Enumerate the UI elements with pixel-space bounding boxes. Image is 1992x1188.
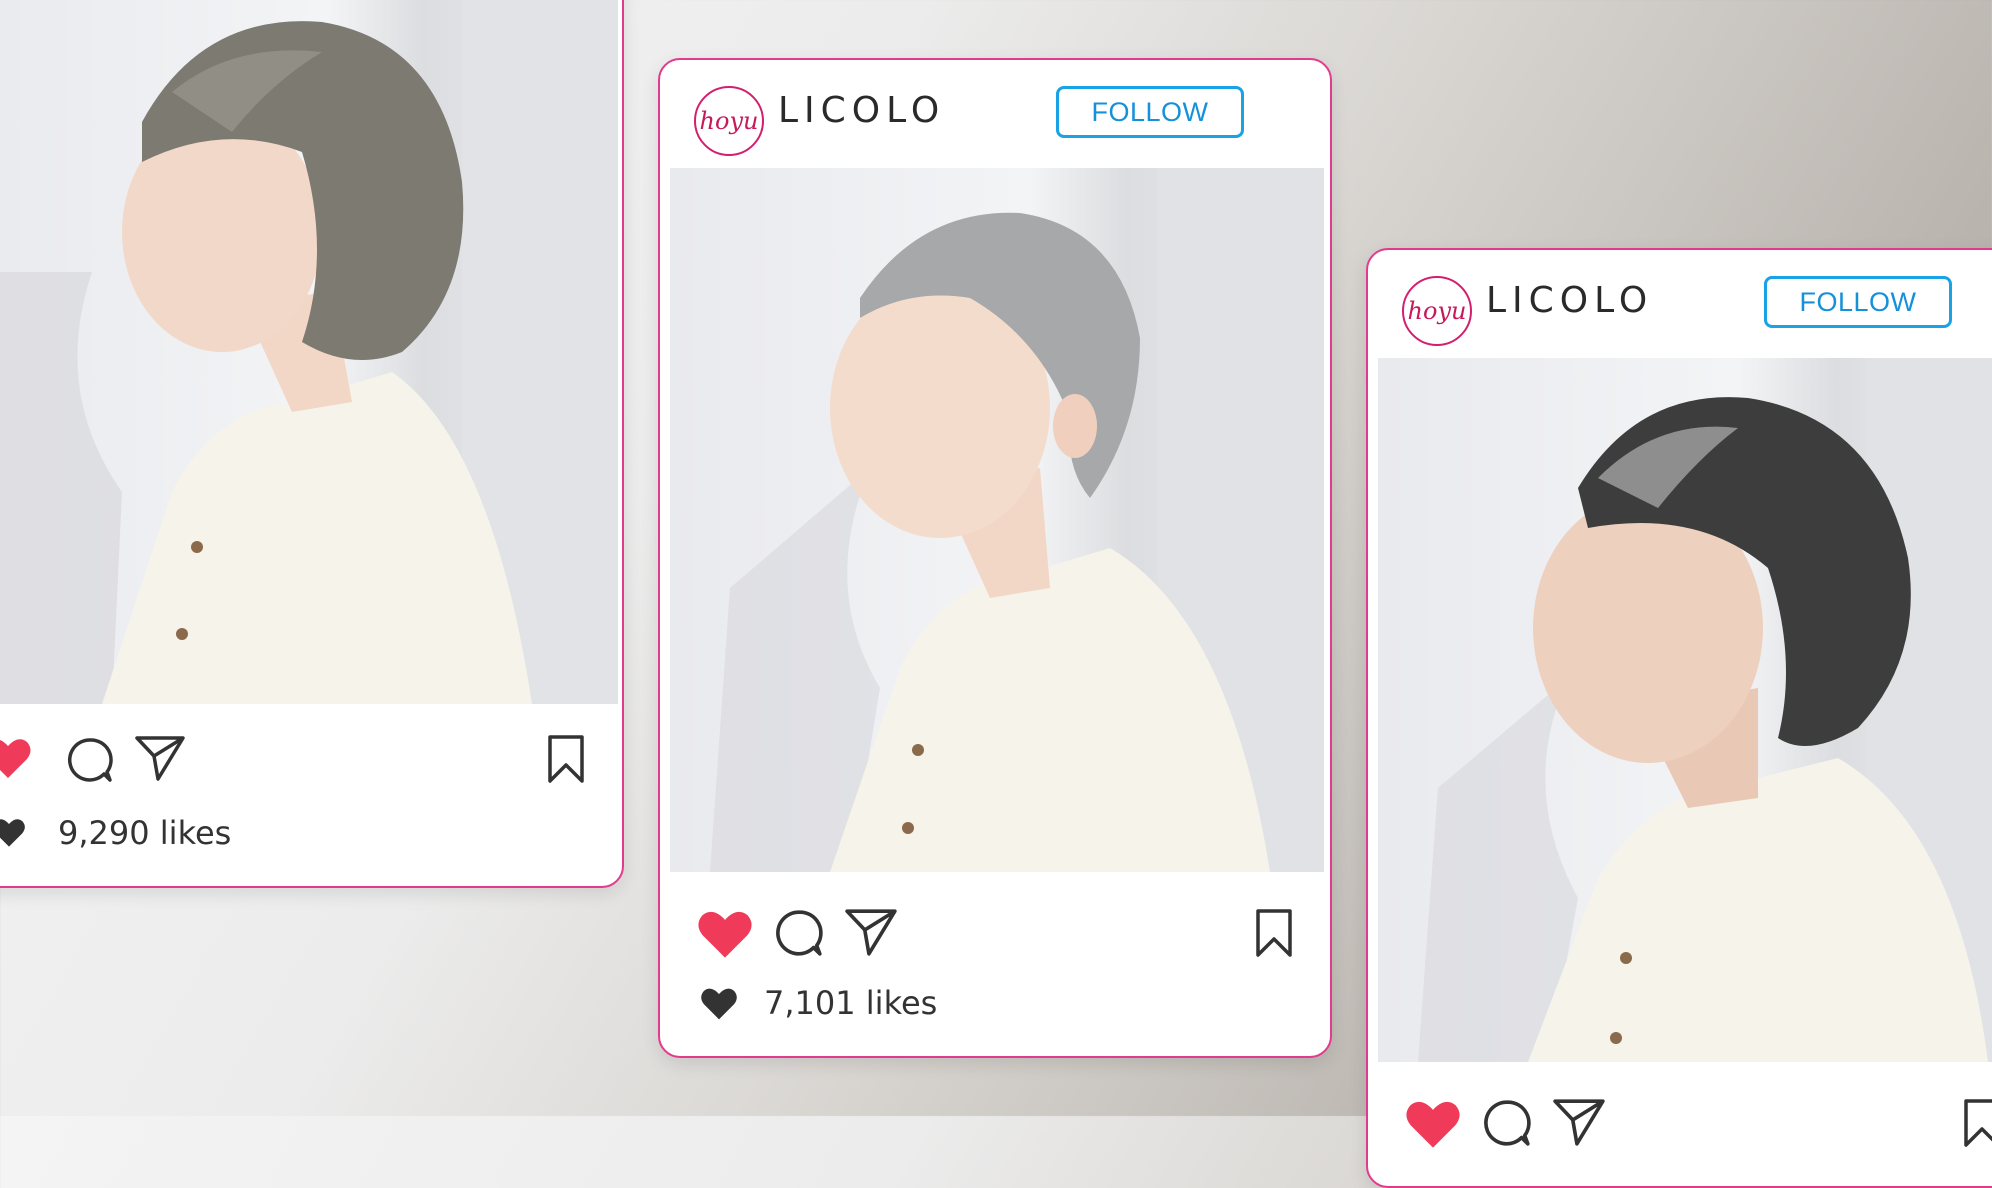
share-icon[interactable] xyxy=(1552,1097,1606,1147)
post-header-3: hoyu LICOLO FOLLOW xyxy=(1368,250,1992,358)
bookmark-icon[interactable] xyxy=(1962,1098,1992,1148)
woman-bob-illustration xyxy=(0,0,618,704)
woman-pixie-illustration xyxy=(710,168,1324,872)
bookmark-icon[interactable] xyxy=(1254,908,1294,958)
comment-icon[interactable] xyxy=(66,736,114,784)
share-icon[interactable] xyxy=(134,734,186,782)
post-photo-2[interactable] xyxy=(670,168,1324,872)
post-photo-3[interactable] xyxy=(1378,358,1992,1062)
post-card-1: 9,290 likes xyxy=(0,0,624,888)
woman-wavy-bob-illustration xyxy=(1418,358,1992,1062)
bookmark-icon[interactable] xyxy=(546,734,586,784)
likes-count: 7,101 likes xyxy=(764,984,938,1022)
comment-icon[interactable] xyxy=(1482,1098,1532,1148)
post-actions-1 xyxy=(0,730,622,800)
post-actions-2 xyxy=(660,902,1330,972)
brand-name[interactable]: LICOLO xyxy=(778,90,945,131)
likes-heart-icon xyxy=(701,988,737,1020)
follow-button[interactable]: FOLLOW xyxy=(1764,276,1952,328)
heart-icon[interactable] xyxy=(0,736,32,780)
brand-avatar[interactable]: hoyu xyxy=(694,86,764,156)
follow-button[interactable]: FOLLOW xyxy=(1056,86,1244,138)
comment-icon[interactable] xyxy=(774,908,824,958)
heart-icon[interactable] xyxy=(696,908,754,960)
likes-count: 9,290 likes xyxy=(58,814,232,852)
likes-heart-icon xyxy=(0,819,25,847)
brand-avatar[interactable]: hoyu xyxy=(1402,276,1472,346)
post-header-2: hoyu LICOLO FOLLOW xyxy=(660,60,1330,168)
post-actions-3 xyxy=(1368,1092,1992,1162)
heart-icon[interactable] xyxy=(1404,1098,1462,1150)
share-icon[interactable] xyxy=(844,907,898,957)
post-photo-1[interactable] xyxy=(0,0,618,704)
post-card-2: hoyu LICOLO FOLLOW 7,101 likes xyxy=(658,58,1332,1058)
brand-name[interactable]: LICOLO xyxy=(1486,280,1653,321)
post-card-3: hoyu LICOLO FOLLOW xyxy=(1366,248,1992,1188)
